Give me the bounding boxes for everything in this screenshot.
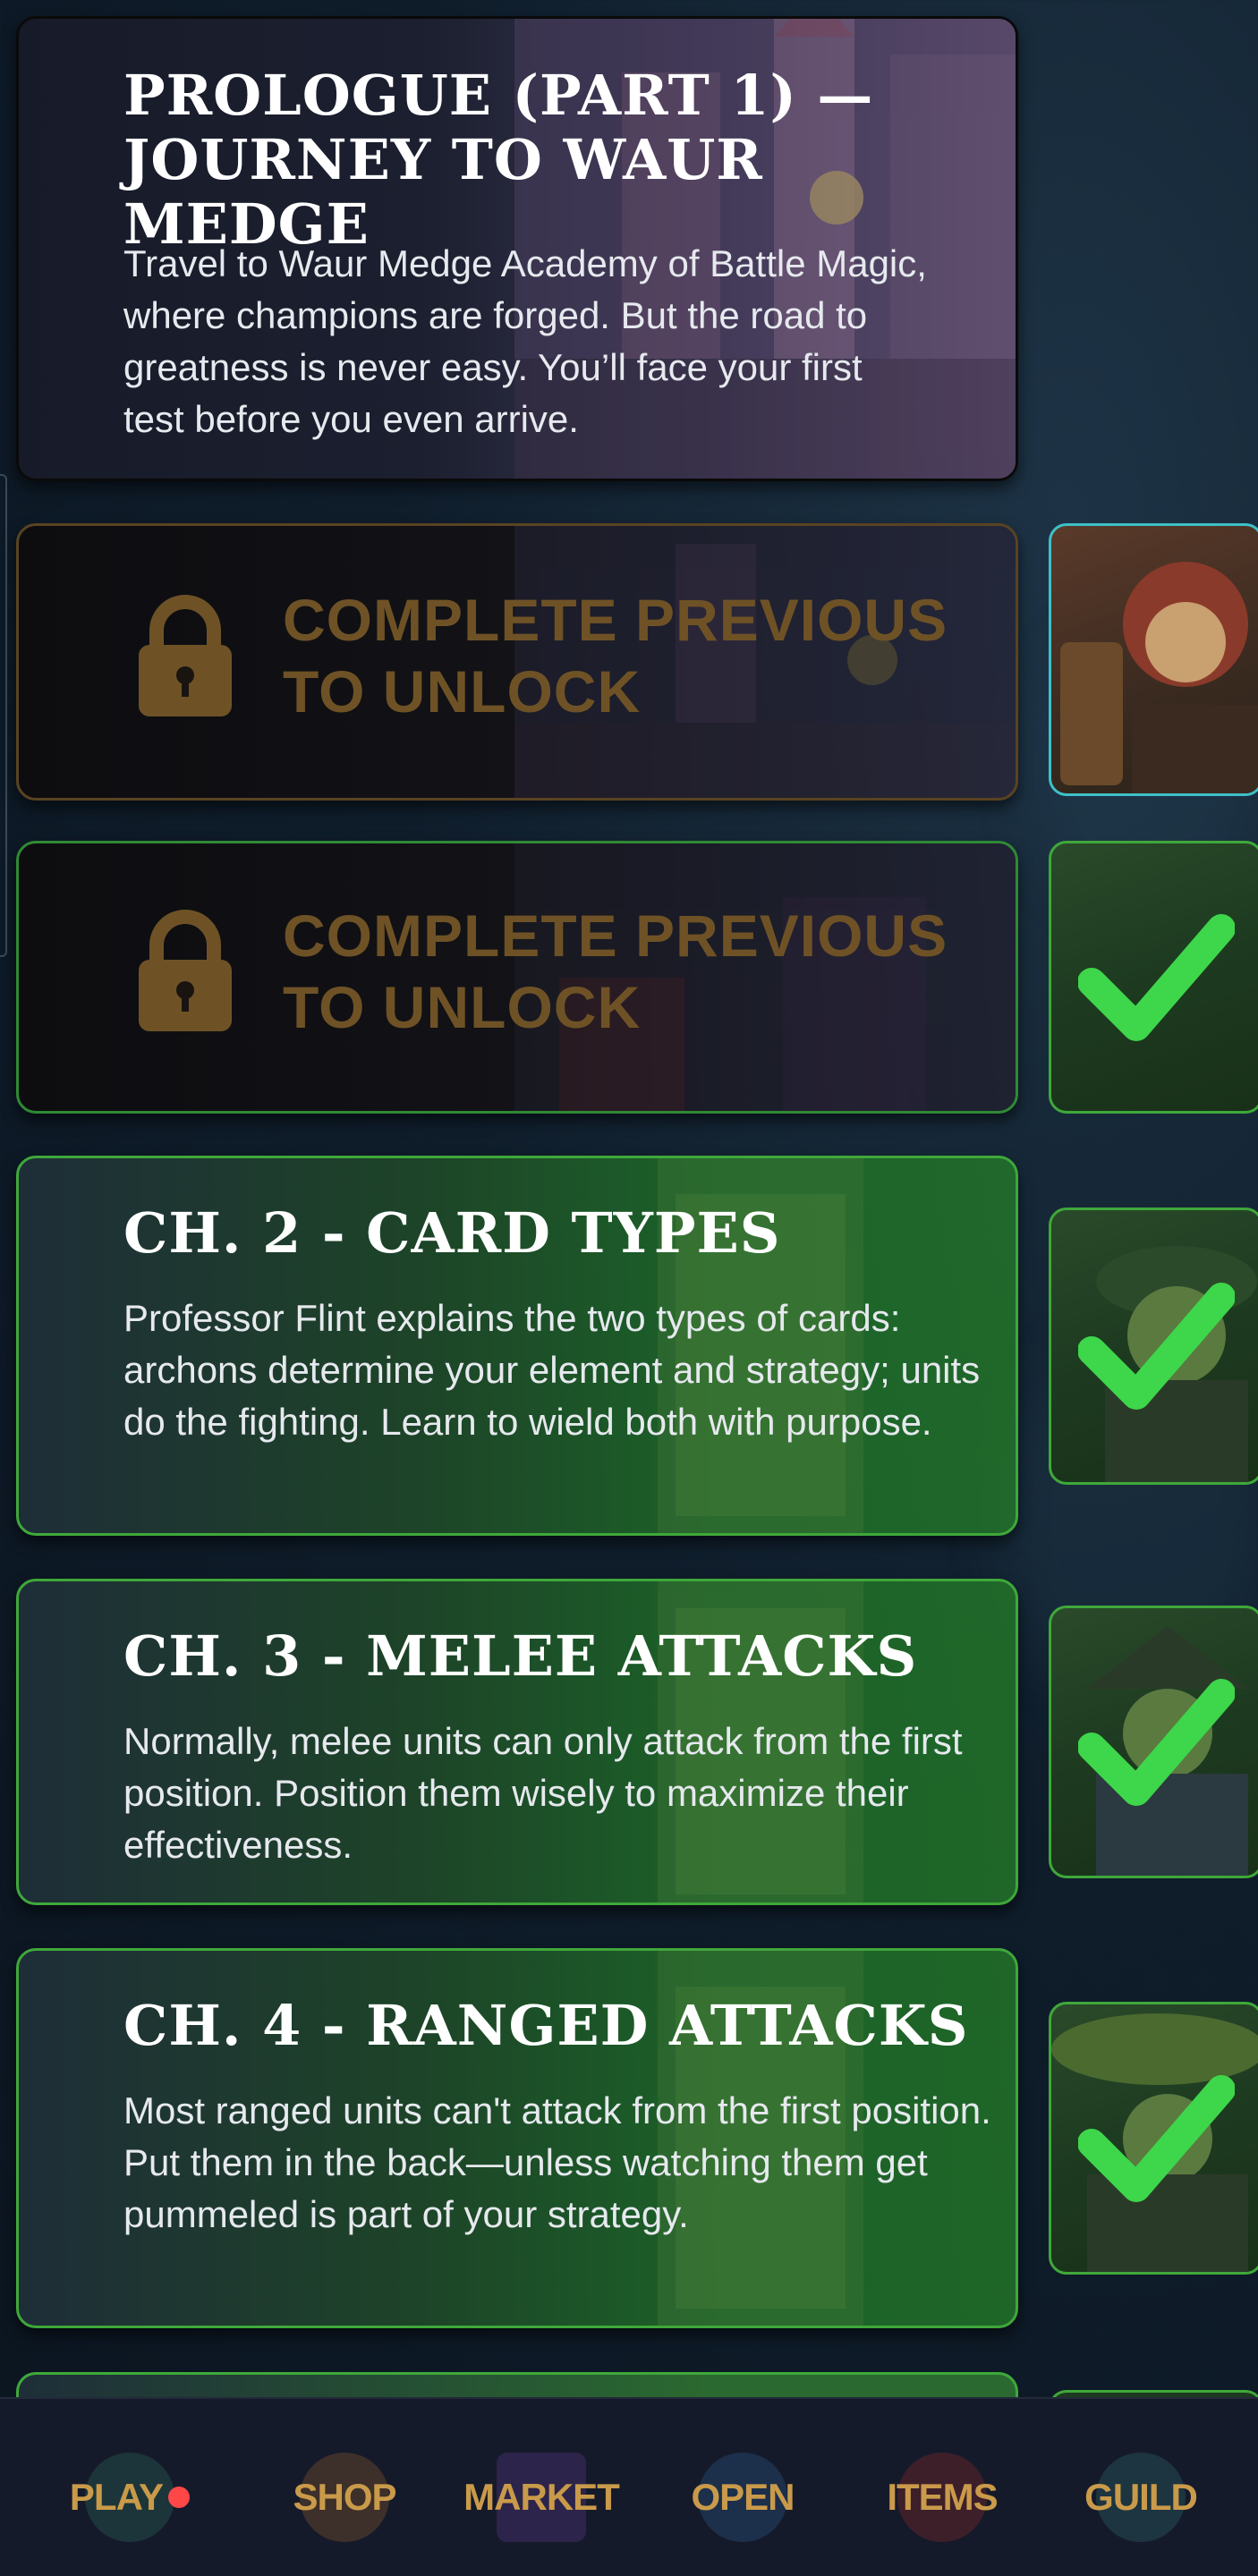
checkmark-icon xyxy=(1078,2074,1235,2202)
lock-message: TO UNLOCK xyxy=(283,974,642,1040)
chapter-card-prologue[interactable]: PROLOGUE (PART 1) — JOURNEY TO WAUR MEDG… xyxy=(16,16,1018,481)
lock-icon xyxy=(139,910,232,1031)
chapter-description: Professor Flint explains the two types o… xyxy=(123,1297,981,1443)
checkmark-icon xyxy=(1078,1283,1235,1410)
chapter-thumbnail[interactable] xyxy=(1049,523,1258,796)
chapter-thumbnail[interactable] xyxy=(1049,841,1258,1114)
scroll-edge-indicator xyxy=(0,474,7,957)
nav-shop[interactable]: SHOP xyxy=(259,2448,429,2546)
chapter-card-locked[interactable]: COMPLETE PREVIOUS TO UNLOCK xyxy=(16,523,1018,801)
character-portrait xyxy=(1060,562,1258,793)
chapter-description: Normally, melee units can only attack fr… xyxy=(123,1720,963,1866)
nav-label: ITEMS xyxy=(887,2476,998,2518)
nav-guild[interactable]: GUILD xyxy=(1056,2448,1226,2546)
nav-play[interactable]: PLAY xyxy=(45,2448,215,2546)
chapter-description: Most ranged units can't attack from the … xyxy=(123,2089,991,2235)
nav-label: GUILD xyxy=(1084,2476,1198,2518)
chapter-title: CH. 4 - RANGED ATTACKS xyxy=(123,1993,969,2058)
chapter-card-ch2[interactable]: CH. 2 - CARD TYPES Professor Flint expla… xyxy=(16,1156,1018,1536)
chapter-title: CH. 3 - MELEE ATTACKS xyxy=(123,1623,918,1689)
chapter-description: Travel to Waur Medge Academy of Battle M… xyxy=(123,242,927,440)
chapter-card-ch3[interactable]: CH. 3 - MELEE ATTACKS Normally, melee un… xyxy=(16,1579,1018,1905)
nav-open[interactable]: OPEN xyxy=(658,2448,828,2546)
lock-message: COMPLETE PREVIOUS xyxy=(283,902,948,969)
nav-items[interactable]: ITEMS xyxy=(857,2448,1027,2546)
chapter-card-ch4[interactable]: CH. 4 - RANGED ATTACKS Most ranged units… xyxy=(16,1948,1018,2328)
bottom-navigation: PLAY SHOP MARKET OPEN ITEMS GUILD xyxy=(0,2397,1258,2576)
checkmark-icon xyxy=(1078,913,1235,1041)
chapter-thumbnail[interactable] xyxy=(1049,1606,1258,1878)
nav-label: SHOP xyxy=(293,2476,396,2518)
nav-label: OPEN xyxy=(691,2476,795,2518)
nav-label: MARKET xyxy=(463,2476,620,2518)
chapter-title: CH. 2 - CARD TYPES xyxy=(123,1200,781,1266)
lock-message: TO UNLOCK xyxy=(283,658,642,724)
lock-message: COMPLETE PREVIOUS xyxy=(283,587,948,653)
checkmark-icon xyxy=(1078,1678,1235,1806)
chapter-card-locked[interactable]: COMPLETE PREVIOUS TO UNLOCK xyxy=(16,841,1018,1114)
lock-icon xyxy=(139,595,232,716)
notification-dot xyxy=(168,2487,191,2508)
nav-label: PLAY xyxy=(69,2476,164,2518)
nav-market[interactable]: MARKET xyxy=(456,2448,626,2546)
chapter-title: PROLOGUE (PART 1) — xyxy=(123,63,874,128)
chapter-thumbnail[interactable] xyxy=(1049,2002,1258,2275)
chapter-thumbnail[interactable] xyxy=(1049,1208,1258,1485)
